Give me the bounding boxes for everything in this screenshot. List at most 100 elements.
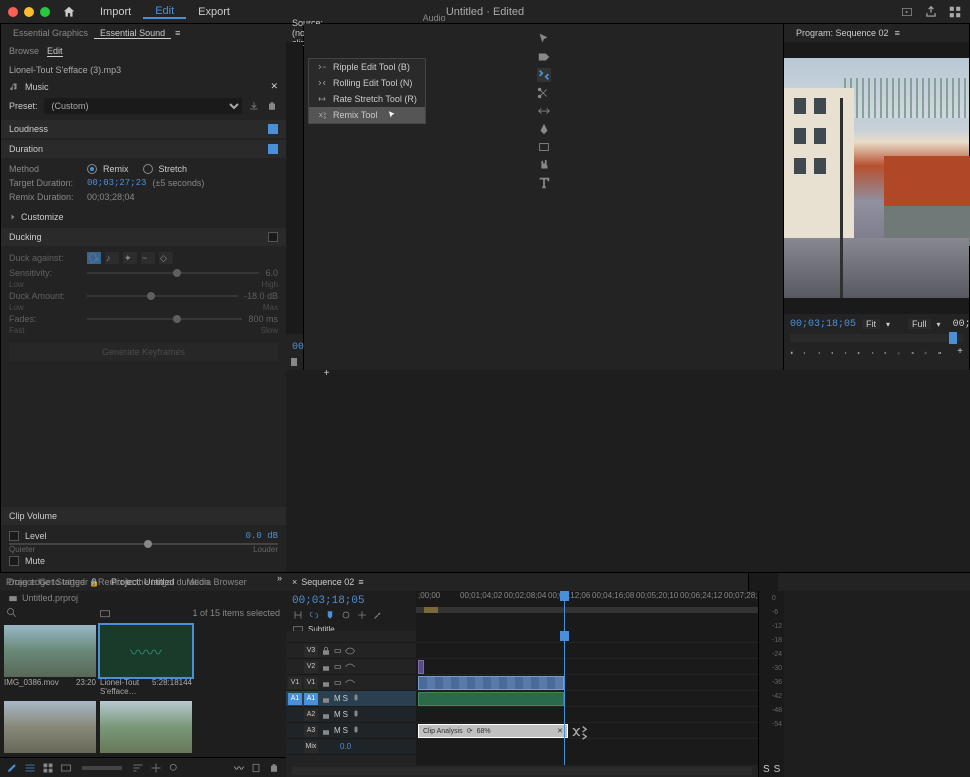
- prog-add-button-icon[interactable]: +: [957, 346, 963, 360]
- rate-stretch-item[interactable]: Rate Stretch Tool (R): [309, 91, 425, 107]
- a1-source[interactable]: A1: [288, 693, 302, 705]
- ripple-edit-tool-icon[interactable]: [537, 68, 551, 82]
- a3-target[interactable]: A3: [304, 725, 318, 737]
- program-tab[interactable]: Program: Sequence 02: [790, 28, 895, 38]
- level-slider[interactable]: [9, 543, 278, 545]
- panel-menu-icon[interactable]: ≡: [358, 577, 363, 587]
- prog-mark-out-icon[interactable]: [817, 346, 820, 360]
- timeline-playhead[interactable]: [564, 631, 565, 765]
- playhead[interactable]: [564, 591, 565, 631]
- timeline-ruler[interactable]: ;00;00 00;01;04;02 00;02;08;04 00;03;12;…: [416, 591, 758, 631]
- marker-icon[interactable]: [324, 609, 336, 621]
- overflow-icon[interactable]: »: [273, 573, 286, 591]
- panel-menu-icon[interactable]: ≡: [175, 28, 180, 38]
- ripple-edit-item[interactable]: Ripple Edit Tool (B): [309, 59, 425, 75]
- program-viewer[interactable]: [784, 42, 969, 314]
- v1-source[interactable]: V1: [288, 677, 302, 689]
- menu-import[interactable]: Import: [88, 6, 143, 18]
- panel-menu-icon[interactable]: ≡: [895, 28, 900, 38]
- find-icon[interactable]: [168, 762, 180, 774]
- prog-go-in-icon[interactable]: [830, 346, 833, 360]
- minimize-window[interactable]: [24, 7, 34, 17]
- share-icon[interactable]: [924, 5, 938, 19]
- sensitivity-slider[interactable]: [87, 272, 259, 274]
- linked-selection-icon[interactable]: [308, 609, 320, 621]
- clip-volume-section[interactable]: Clip Volume: [1, 507, 286, 525]
- v1-target[interactable]: V1: [304, 677, 318, 689]
- new-item-icon[interactable]: [250, 762, 262, 774]
- duck-unassigned-icon[interactable]: ◇: [159, 252, 173, 264]
- timeline-settings-icon[interactable]: [340, 609, 352, 621]
- track-select-tool-icon[interactable]: [537, 50, 551, 64]
- lift-icon[interactable]: [897, 346, 900, 360]
- v2-target[interactable]: V2: [304, 661, 318, 673]
- timeline-zoom-slider[interactable]: [292, 767, 752, 775]
- prog-export-frame-icon[interactable]: [924, 346, 927, 360]
- lock-icon[interactable]: [320, 645, 332, 657]
- video-clip-main[interactable]: [418, 676, 564, 690]
- remix-tool-item[interactable]: Remix Tool: [309, 107, 425, 123]
- media-item[interactable]: [4, 701, 96, 753]
- media-item-audio[interactable]: 〰〰 Lionel-Tout S'efface…5:28:18144: [100, 625, 192, 697]
- media-item[interactable]: IMG_0386.mov23:20: [4, 625, 96, 697]
- customize-toggle[interactable]: Customize: [1, 208, 286, 226]
- hand-tool-icon[interactable]: [537, 158, 551, 172]
- comparison-view-icon[interactable]: [938, 346, 941, 360]
- fades-slider[interactable]: [87, 318, 242, 320]
- wrench-icon[interactable]: [372, 609, 384, 621]
- timeline-tab[interactable]: Sequence 02: [301, 577, 354, 587]
- level-checkbox[interactable]: [9, 531, 19, 541]
- program-ruler[interactable]: [790, 334, 963, 342]
- target-duration-value[interactable]: 00;03;27;23: [87, 178, 146, 188]
- duck-ambience-icon[interactable]: ~: [141, 252, 155, 264]
- remix-radio[interactable]: [87, 164, 97, 174]
- home-icon[interactable]: [62, 5, 76, 19]
- level-value[interactable]: 0.0 dB: [246, 531, 278, 541]
- add-marker-icon[interactable]: [790, 346, 793, 360]
- insert-mode-icon[interactable]: [356, 609, 368, 621]
- subtab-browse[interactable]: Browse: [9, 46, 39, 57]
- prog-step-back-icon[interactable]: [844, 346, 847, 360]
- tab-essential-graphics[interactable]: Essential Graphics: [7, 28, 94, 38]
- workspace-icon[interactable]: [948, 5, 962, 19]
- zoom-dropdown[interactable]: Full: [908, 319, 931, 329]
- rectangle-tool-icon[interactable]: [537, 140, 551, 154]
- mic-icon[interactable]: [350, 693, 362, 705]
- solo-icon[interactable]: S: [763, 764, 770, 775]
- pen-tool-icon[interactable]: [537, 122, 551, 136]
- quick-export-icon[interactable]: [900, 5, 914, 19]
- remix-audio-clip[interactable]: Clip Analysis ⟳ 68% ✕: [418, 724, 568, 738]
- a1-target[interactable]: A1: [304, 693, 318, 705]
- freeform-view-icon[interactable]: [60, 762, 72, 774]
- loudness-checkbox[interactable]: [268, 124, 278, 134]
- ducking-checkbox[interactable]: [268, 232, 278, 242]
- a2-target[interactable]: A2: [304, 709, 318, 721]
- sort-icon[interactable]: [132, 762, 144, 774]
- tab-essential-sound[interactable]: Essential Sound: [94, 28, 171, 39]
- generate-keyframes-button[interactable]: Generate Keyframes: [9, 343, 278, 361]
- menu-edit[interactable]: Edit: [143, 5, 186, 19]
- mix-target[interactable]: Mix: [304, 741, 318, 753]
- v3-target[interactable]: V3: [304, 645, 318, 657]
- automate-icon[interactable]: [150, 762, 162, 774]
- type-tool-icon[interactable]: [537, 176, 551, 190]
- audio-clip-a1[interactable]: [418, 692, 564, 706]
- program-timecode[interactable]: 00;03;18;05: [790, 319, 856, 330]
- subtab-edit[interactable]: Edit: [47, 46, 63, 57]
- icon-view-icon[interactable]: [42, 762, 54, 774]
- razor-tool-icon[interactable]: [537, 86, 551, 100]
- solo-icon[interactable]: S: [774, 764, 781, 775]
- slip-tool-icon[interactable]: [537, 104, 551, 118]
- save-preset-icon[interactable]: [248, 100, 260, 112]
- rolling-edit-item[interactable]: Rolling Edit Tool (N): [309, 75, 425, 91]
- source-ruler[interactable]: [292, 360, 297, 364]
- extract-icon[interactable]: [911, 346, 914, 360]
- eye-icon[interactable]: [344, 645, 356, 657]
- new-bin-icon[interactable]: [99, 607, 111, 619]
- write-icon[interactable]: [6, 762, 18, 774]
- mute-checkbox[interactable]: [9, 556, 19, 566]
- fit-dropdown[interactable]: Fit: [862, 319, 880, 329]
- duck-amount-slider[interactable]: [87, 295, 238, 297]
- stretch-radio[interactable]: [143, 164, 153, 174]
- selection-tool-icon[interactable]: [537, 32, 551, 46]
